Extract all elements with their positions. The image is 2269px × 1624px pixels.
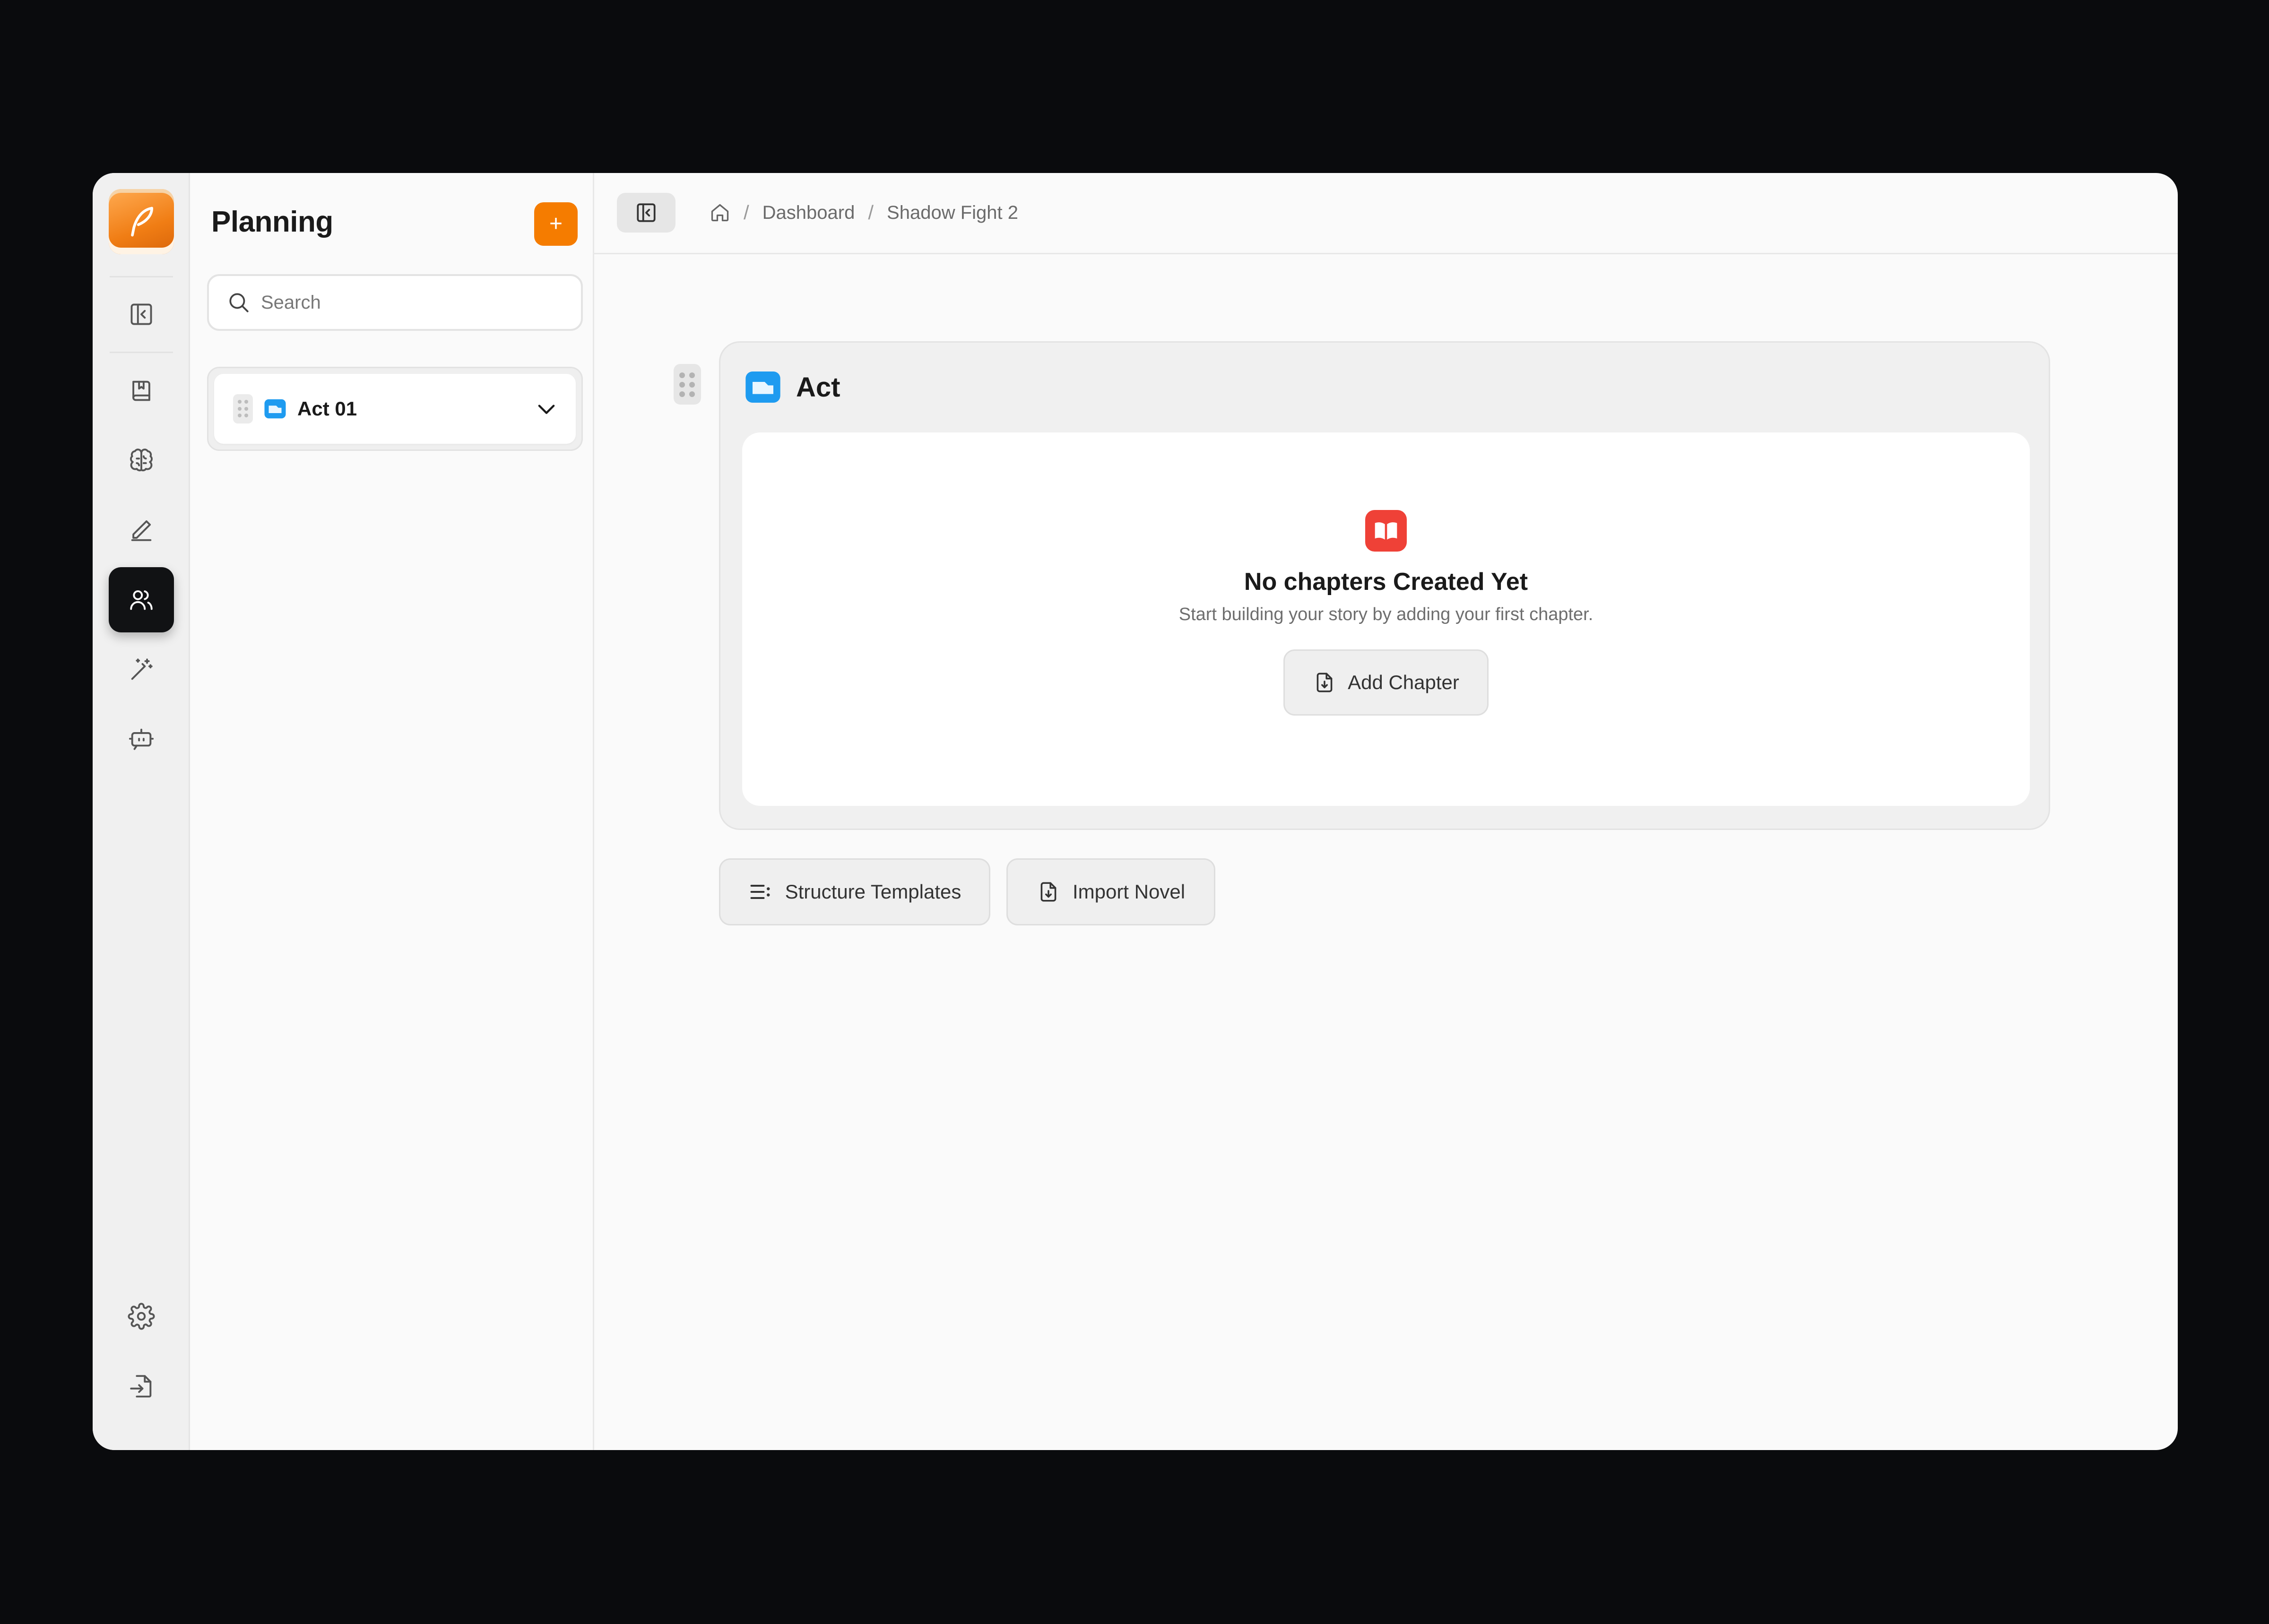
magic-wand-icon bbox=[131, 658, 153, 680]
list-item-act[interactable]: Act 01 bbox=[214, 374, 576, 444]
rail-assistant-button[interactable] bbox=[109, 706, 174, 771]
collapse-panel-button[interactable] bbox=[617, 193, 676, 233]
folder-icon bbox=[745, 371, 780, 403]
act-label: Act 01 bbox=[297, 397, 357, 420]
book-icon bbox=[132, 380, 150, 401]
structure-templates-label: Structure Templates bbox=[785, 881, 961, 903]
breadcrumb-separator: / bbox=[744, 201, 749, 224]
app-logo-icon[interactable] bbox=[109, 189, 174, 254]
rail-book-button[interactable] bbox=[109, 358, 174, 423]
act-title: Act bbox=[796, 371, 840, 403]
open-book-icon bbox=[1365, 510, 1407, 552]
rail-divider bbox=[110, 352, 173, 353]
act-drag-handle-icon[interactable] bbox=[674, 364, 701, 405]
rail-magic-button[interactable] bbox=[109, 637, 174, 702]
list-icon bbox=[750, 885, 770, 899]
search-box[interactable] bbox=[207, 274, 583, 331]
file-import-icon bbox=[1040, 882, 1057, 902]
act-list: Act 01 bbox=[207, 367, 583, 451]
logout-icon bbox=[130, 1375, 152, 1398]
structure-templates-button[interactable]: Structure Templates bbox=[719, 858, 990, 925]
folder-icon bbox=[264, 399, 286, 419]
bot-chat-icon bbox=[129, 728, 154, 750]
toggle-sidebar-button[interactable] bbox=[109, 282, 174, 347]
panel-collapse-icon bbox=[637, 203, 656, 222]
main-content: / Dashboard / Shadow Fight 2 Act No chap… bbox=[594, 173, 2178, 1450]
add-chapter-button[interactable]: Add Chapter bbox=[1283, 649, 1489, 716]
search-icon bbox=[229, 293, 249, 312]
rail-characters-button[interactable] bbox=[109, 567, 174, 632]
top-bar: / Dashboard / Shadow Fight 2 bbox=[594, 173, 2178, 254]
app-window: Planning + Act 01 bbox=[93, 173, 2178, 1450]
icon-rail bbox=[93, 173, 190, 1450]
brain-icon bbox=[130, 449, 153, 472]
sidebar-toggle-icon bbox=[130, 303, 152, 325]
home-icon[interactable] bbox=[710, 202, 730, 223]
planning-panel: Planning + Act 01 bbox=[190, 173, 594, 1450]
rail-write-button[interactable] bbox=[109, 497, 174, 562]
add-chapter-label: Add Chapter bbox=[1348, 671, 1459, 693]
empty-state-subtitle: Start building your story by adding your… bbox=[1178, 605, 1593, 624]
empty-state: No chapters Created Yet Start building y… bbox=[742, 432, 2030, 806]
import-novel-label: Import Novel bbox=[1072, 881, 1186, 903]
file-import-icon bbox=[1316, 673, 1333, 692]
pencil-icon bbox=[131, 520, 152, 541]
gear-icon bbox=[128, 1303, 155, 1330]
rail-divider bbox=[110, 276, 173, 277]
breadcrumb: / Dashboard / Shadow Fight 2 bbox=[710, 201, 1018, 224]
users-icon bbox=[130, 590, 153, 610]
chevron-down-icon[interactable] bbox=[534, 397, 559, 421]
act-card-header: Act bbox=[742, 366, 840, 408]
drag-handle-icon[interactable] bbox=[233, 394, 253, 423]
breadcrumb-current: Shadow Fight 2 bbox=[887, 202, 1018, 223]
panel-title: Planning bbox=[211, 206, 333, 238]
rail-brain-button[interactable] bbox=[109, 428, 174, 493]
import-novel-button[interactable]: Import Novel bbox=[1006, 858, 1215, 925]
add-act-button[interactable]: + bbox=[534, 202, 578, 246]
act-card: Act No chapters Created Yet Start buildi… bbox=[719, 341, 2050, 830]
settings-button[interactable] bbox=[109, 1284, 174, 1349]
logout-button[interactable] bbox=[109, 1354, 174, 1419]
breadcrumb-dashboard[interactable]: Dashboard bbox=[762, 202, 855, 224]
breadcrumb-separator: / bbox=[868, 201, 874, 224]
plus-icon: + bbox=[549, 211, 563, 236]
search-input[interactable] bbox=[261, 292, 545, 313]
empty-state-title: No chapters Created Yet bbox=[1244, 568, 1528, 596]
